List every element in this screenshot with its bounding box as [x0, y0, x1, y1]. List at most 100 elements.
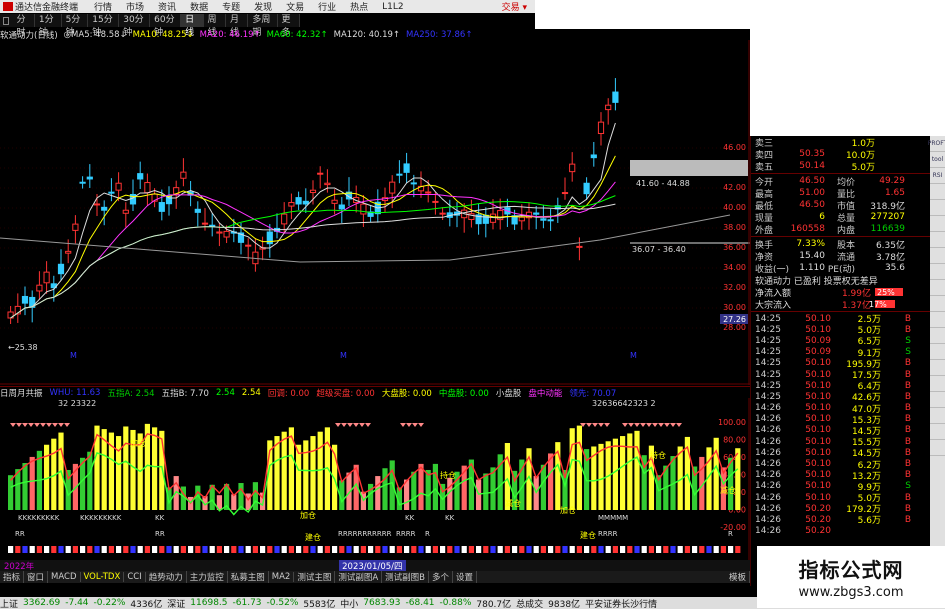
indicator-tab-13[interactable]: 设置: [453, 571, 478, 583]
period-tab-9[interactable]: 多周期: [248, 14, 278, 38]
side-button-6[interactable]: [930, 232, 945, 248]
template-button[interactable]: 模板: [726, 571, 750, 583]
indicator-tab-3[interactable]: VOL-TDX: [81, 572, 125, 582]
indicator-tab-6[interactable]: 主力监控: [187, 571, 228, 583]
status-item-13: -0.88%: [439, 598, 472, 608]
period-tab-6[interactable]: 日线: [181, 14, 204, 38]
state-cell: [22, 546, 28, 553]
side-button-18[interactable]: [930, 424, 945, 440]
info-row[interactable]: 软通动力 已盈利 投票权无差异: [751, 274, 930, 287]
state-cell: [36, 546, 42, 553]
indicator-tab-7[interactable]: 私募主图: [228, 571, 269, 583]
price-axis-label: 28.00: [723, 323, 746, 332]
indicator-tab-1[interactable]: 窗口: [24, 571, 49, 583]
menu-item-quotes[interactable]: 行情: [94, 0, 112, 13]
side-button-10[interactable]: [930, 296, 945, 312]
indicator-tab-5[interactable]: 趋势动力: [146, 571, 187, 583]
resonance-bar: [548, 453, 554, 510]
period-tab-5[interactable]: 60分钟: [150, 14, 182, 38]
side-button-2[interactable]: RSI: [930, 168, 945, 184]
side-button-4[interactable]: [930, 200, 945, 216]
period-tab-4[interactable]: 30分钟: [119, 14, 151, 38]
menu-item-discover[interactable]: 发现: [254, 0, 272, 13]
side-button-17[interactable]: [930, 408, 945, 424]
signal-heart-icon: [58, 423, 64, 427]
menu-item-topics[interactable]: 专题: [222, 0, 240, 13]
sub-axis-label: 80.00: [723, 436, 746, 445]
price-axis-label: 36.00: [723, 243, 746, 252]
candle-body: [425, 191, 432, 194]
menu-item-industry[interactable]: 行业: [318, 0, 336, 13]
menu-item-data[interactable]: 数据: [190, 0, 208, 13]
period-tab-2[interactable]: 5分钟: [62, 14, 89, 38]
side-button-5[interactable]: [930, 216, 945, 232]
period-tab-1[interactable]: 1分钟: [35, 14, 62, 38]
indicator-tab-9[interactable]: 测试主图: [294, 571, 336, 583]
sub-readout-6: 回调: 0.00: [267, 388, 310, 399]
tick-direction: B: [904, 514, 911, 525]
menu-item-market[interactable]: 市场: [126, 0, 144, 13]
side-button-0[interactable]: PROFT: [928, 136, 945, 152]
tick-direction: B: [904, 459, 911, 470]
state-cell: [411, 546, 417, 553]
resonance-indicator-chart[interactable]: 100.0080.0060.0040.0020.000.00-20.0032 2…: [0, 398, 750, 560]
period-tab-7[interactable]: 周线: [204, 14, 226, 38]
indicator-tab-4[interactable]: CCI: [124, 572, 146, 582]
side-button-13[interactable]: [930, 344, 945, 360]
signal-heart-icon: [412, 423, 418, 427]
stat-row: 外盘 160558 内盘 116639: [751, 223, 930, 236]
menu-item-wenyi[interactable]: 文易: [286, 0, 304, 13]
side-button-12[interactable]: [930, 328, 945, 344]
r-signal-row: RRRRRRRRRRR: [338, 530, 392, 538]
resonance-bar: [123, 426, 129, 510]
side-button-1[interactable]: tool: [930, 152, 945, 168]
candlestick-chart[interactable]: 46.0044.0042.0040.0038.0036.0034.0032.00…: [0, 40, 750, 385]
menu-item-hotspot[interactable]: 热点: [350, 0, 368, 13]
signal-count-2: 32636642323 2: [592, 399, 656, 408]
side-button-11[interactable]: [930, 312, 945, 328]
indicator-tab-10[interactable]: 测试副图A: [335, 571, 383, 583]
tick-time: 14:26: [755, 514, 781, 525]
indicator-tab-0[interactable]: 指标: [0, 571, 25, 583]
side-button-8[interactable]: [930, 264, 945, 280]
side-button-19[interactable]: [930, 440, 945, 456]
state-cell: [288, 546, 294, 553]
side-button-16[interactable]: [930, 392, 945, 408]
resonance-bar: [375, 476, 381, 510]
state-cell: [144, 546, 150, 553]
state-cell: [440, 546, 446, 553]
resonance-bar: [418, 463, 424, 510]
candle-body: [21, 295, 29, 304]
k-signal-row: KKKKKKKKK: [80, 514, 122, 522]
resistance-box: [630, 160, 748, 176]
trade-button[interactable]: 交易 ▾: [502, 0, 527, 13]
state-cell: [58, 546, 64, 553]
state-cell: [569, 546, 575, 553]
state-cell: [396, 546, 402, 553]
side-button-7[interactable]: [930, 248, 945, 264]
layout-toggle-icon[interactable]: [3, 16, 10, 25]
indicator-tab-8[interactable]: MA2: [269, 572, 295, 582]
state-cell: [303, 546, 309, 553]
state-cell: [159, 546, 165, 553]
side-button-15[interactable]: [930, 376, 945, 392]
indicator-tab-2[interactable]: MACD: [48, 572, 81, 582]
period-tab-10[interactable]: 更多: [278, 14, 300, 38]
candle-body: [540, 218, 547, 221]
period-tab-8[interactable]: 月线: [226, 14, 249, 38]
side-button-14[interactable]: [930, 360, 945, 376]
price-axis-label: 40.00: [723, 203, 746, 212]
stat-value-2: 1.65: [884, 188, 905, 198]
state-cell: [173, 546, 179, 553]
stat-value: 51.00: [799, 188, 825, 198]
signal-label-5: 持仓: [650, 450, 666, 460]
indicator-tab-11[interactable]: 测试副图B: [382, 571, 429, 583]
status-item-1: 3362.69: [23, 598, 61, 608]
menu-item-news[interactable]: 资讯: [158, 0, 176, 13]
period-tab-0[interactable]: 分时: [12, 14, 35, 38]
side-button-3[interactable]: [930, 184, 945, 200]
period-tab-3[interactable]: 15分钟: [88, 14, 120, 38]
menu-item-l1l2[interactable]: L1L2: [382, 2, 403, 12]
indicator-tab-12[interactable]: 多个: [429, 571, 454, 583]
side-button-9[interactable]: [930, 280, 945, 296]
